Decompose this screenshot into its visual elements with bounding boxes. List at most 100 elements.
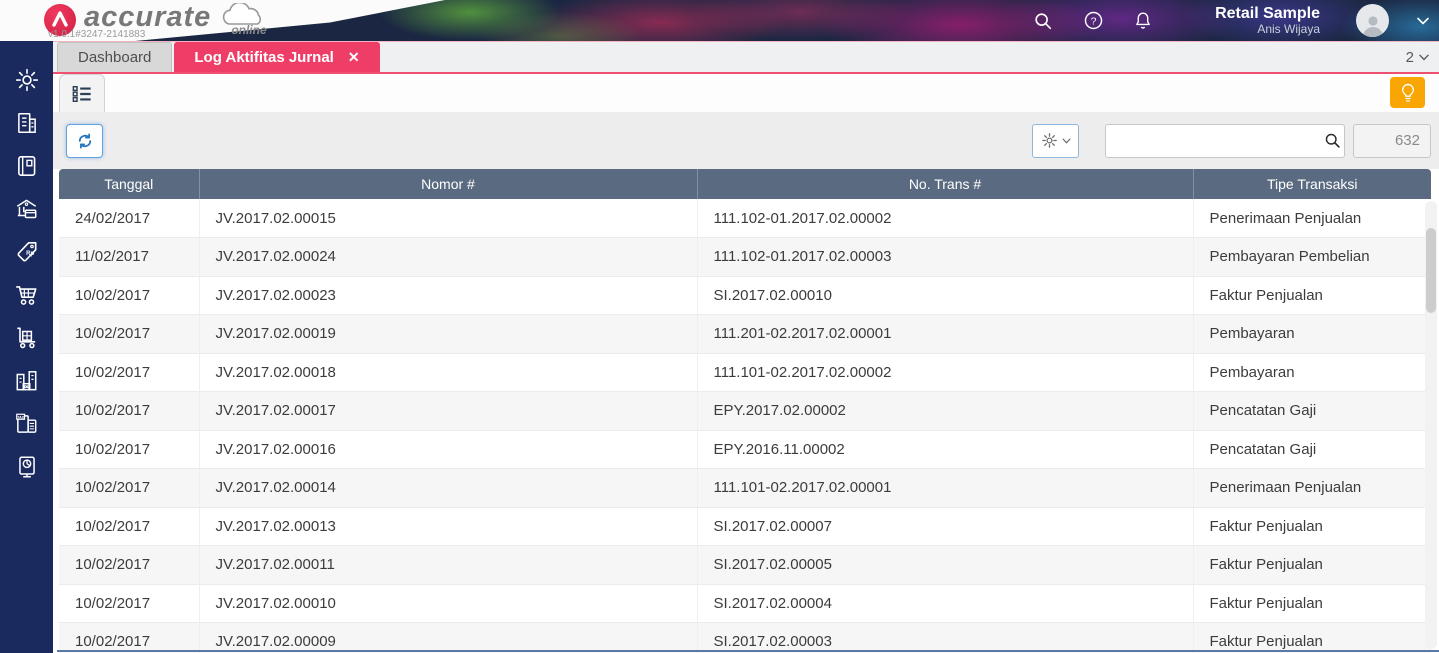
cell-tanggal: 10/02/2017 [59,507,200,546]
cell-tipe-transaksi: Penerimaan Penjualan [1193,199,1431,238]
column-header-nomor[interactable]: Nomor # [199,169,698,199]
cell-no-trans: 111.101-02.2017.02.00002 [697,353,1194,392]
sidebar-item-reports[interactable] [13,454,41,480]
main-area: Dashboard Log Aktifitas Jurnal ✕ 2 632 T… [53,41,1439,653]
sidebar-item-settings[interactable] [13,67,41,93]
cell-tanggal: 24/02/2017 [59,199,200,238]
table-row[interactable]: 10/02/2017 JV.2017.02.00009 SI.2017.02.000… [59,622,1431,653]
cell-tanggal: 10/02/2017 [59,391,200,431]
table-row[interactable]: 10/02/2017 JV.2017.02.00019 111.201-02.201… [59,314,1431,354]
cell-nomor: JV.2017.02.00015 [199,199,698,238]
cell-tipe-transaksi: Faktur Penjualan [1193,622,1431,653]
table-row[interactable]: 10/02/2017 JV.2017.02.00014 111.101-02.201… [59,468,1431,508]
scrollbar-thumb[interactable] [1426,228,1436,313]
table-row[interactable]: 24/02/2017 JV.2017.02.00015 111.102-01.201… [59,199,1431,238]
cell-tipe-transaksi: Pencatatan Gaji [1193,391,1431,431]
sidebar-item-fixed-assets[interactable] [13,368,41,394]
company-building-icon [17,113,36,133]
sidebar-item-journal[interactable] [13,153,41,179]
cell-tipe-transaksi: Pembayaran [1193,314,1431,354]
search-input[interactable] [1106,124,1321,157]
refresh-button[interactable] [66,123,103,158]
table-row[interactable]: 11/02/2017 JV.2017.02.00024 111.102-01.201… [59,237,1431,277]
column-header-tanggal[interactable]: Tanggal [59,169,200,199]
cell-nomor: JV.2017.02.00016 [199,430,698,469]
search-icon[interactable] [1031,9,1055,33]
grid-toolbar: 632 [53,112,1439,169]
hand-truck-icon [17,327,36,349]
account-caret-down-icon[interactable] [1417,17,1429,25]
close-icon[interactable]: ✕ [348,49,360,66]
svg-text:?: ? [1090,15,1096,27]
tab-dashboard[interactable]: Dashboard [57,42,173,72]
table-row[interactable]: 10/02/2017 JV.2017.02.00011 SI.2017.02.000… [59,545,1431,585]
buildings-icon [16,371,37,391]
report-chart-icon [18,456,35,478]
cell-no-trans: 111.201-02.2017.02.00001 [697,314,1194,354]
column-header-no-trans[interactable]: No. Trans # [697,169,1194,199]
cell-nomor: JV.2017.02.00010 [199,584,698,623]
record-count-badge: 632 [1353,123,1431,158]
avatar[interactable] [1356,4,1389,37]
journal-table: Tanggal Nomor # No. Trans # Tipe Transak… [59,169,1431,653]
sidebar-item-inventory[interactable] [13,325,41,351]
cell-no-trans: 111.102-01.2017.02.00002 [697,199,1194,238]
cell-tanggal: 10/02/2017 [59,545,200,585]
open-tabs-dropdown[interactable]: 2 [1406,42,1429,72]
chevron-down-icon [1061,138,1071,144]
refresh-icon [78,132,91,149]
table-row[interactable]: 10/02/2017 JV.2017.02.00010 SI.2017.02.000… [59,584,1431,623]
document-tab-bar: Dashboard Log Aktifitas Jurnal ✕ 2 [53,41,1439,74]
bank-icon [16,199,37,219]
cell-tipe-transaksi: Faktur Penjualan [1193,584,1431,623]
grid-settings-dropdown[interactable] [1032,123,1079,158]
table-row[interactable]: 10/02/2017 JV.2017.02.00023 SI.2017.02.000… [59,276,1431,315]
app-window: accurate online v1.0.1#3247-2141883 ? Re… [0,0,1439,653]
record-count: 632 [1394,132,1420,149]
gear-icon [1041,133,1057,148]
notifications-bell-icon[interactable] [1131,9,1155,33]
cell-nomor: JV.2017.02.00013 [199,507,698,546]
brand-online-label: online [231,23,267,37]
version-label: v1.0.1#3247-2141883 [48,29,146,40]
cell-tanggal: 10/02/2017 [59,468,200,508]
table-row[interactable]: 10/02/2017 JV.2017.02.00013 SI.2017.02.000… [59,507,1431,546]
company-name: Retail Sample [1215,5,1320,23]
sidebar-item-sales[interactable]: Rp [13,239,41,265]
table-row[interactable]: 10/02/2017 JV.2017.02.00016 EPY.2016.11.00… [59,430,1431,469]
account-info[interactable]: Retail Sample Anis Wijaya [1215,5,1320,36]
cell-tipe-transaksi: Faktur Penjualan [1193,276,1431,315]
cell-no-trans: 111.102-01.2017.02.00003 [697,237,1194,277]
column-header-tipe-transaksi[interactable]: Tipe Transaksi [1193,169,1431,199]
cell-tanggal: 10/02/2017 [59,622,200,653]
search-icon[interactable] [1321,132,1344,149]
tab-log-aktifitas-jurnal[interactable]: Log Aktifitas Jurnal ✕ [174,42,380,72]
cell-tipe-transaksi: Faktur Penjualan [1193,545,1431,585]
cell-tanggal: 10/02/2017 [59,430,200,469]
grid-search [1105,123,1345,158]
cell-no-trans: SI.2017.02.00003 [697,622,1194,653]
bottom-divider [57,650,1439,652]
sidebar-nav: Rp TAX [0,41,53,653]
book-icon [17,155,35,177]
cell-nomor: JV.2017.02.00011 [199,545,698,585]
sidebar-item-cash-bank[interactable] [13,196,41,222]
hint-button[interactable] [1390,77,1425,108]
vertical-scrollbar[interactable] [1425,201,1437,649]
cell-no-trans: SI.2017.02.00005 [697,545,1194,585]
table-row[interactable]: 10/02/2017 JV.2017.02.00018 111.101-02.201… [59,353,1431,392]
user-name: Anis Wijaya [1257,21,1320,36]
cell-nomor: JV.2017.02.00024 [199,237,698,277]
sidebar-item-taxes[interactable]: TAX [13,411,41,437]
sidebar-item-company[interactable] [13,110,41,136]
list-view-tab[interactable] [59,74,105,112]
help-icon[interactable]: ? [1081,9,1105,33]
cell-tipe-transaksi: Pencatatan Gaji [1193,430,1431,469]
cell-nomor: JV.2017.02.00019 [199,314,698,354]
cell-tanggal: 10/02/2017 [59,276,200,315]
cell-tipe-transaksi: Pembayaran Pembelian [1193,237,1431,277]
cell-tanggal: 10/02/2017 [59,314,200,354]
sidebar-item-purchases[interactable] [13,282,41,308]
cell-tipe-transaksi: Faktur Penjualan [1193,507,1431,546]
table-row[interactable]: 10/02/2017 JV.2017.02.00017 EPY.2017.02.00… [59,391,1431,431]
